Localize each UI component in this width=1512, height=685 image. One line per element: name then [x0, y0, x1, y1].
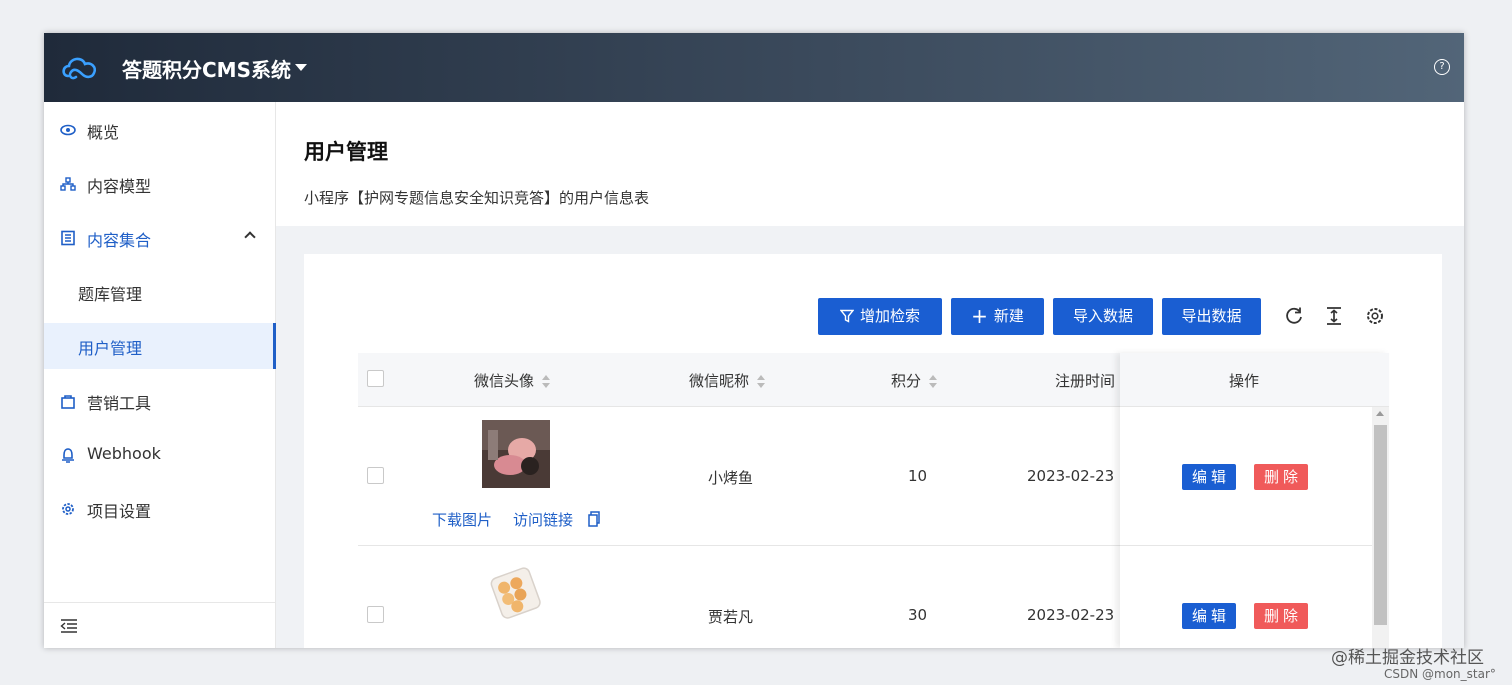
sidebar-item-question-bank[interactable]: 题库管理: [44, 269, 276, 315]
nickname-cell: 小烤鱼: [708, 469, 754, 487]
chevron-up-icon[interactable]: [244, 231, 256, 243]
eye-icon: [60, 124, 76, 136]
new-button[interactable]: + 新建: [951, 298, 1044, 335]
column-label: 积分: [891, 372, 922, 390]
sidebar-item-content-collection[interactable]: 内容集合: [44, 215, 276, 261]
score-cell: 10: [908, 467, 928, 485]
list-icon: [61, 230, 75, 246]
sidebar-item-label: 概览: [87, 123, 120, 142]
cloud-logo-icon: [62, 57, 97, 80]
table-card: 增加检索 + 新建 导入数据 导出数据 微信头像 微信昵称 积分 注册时间 操作…: [304, 254, 1442, 648]
refresh-icon[interactable]: [1284, 306, 1304, 326]
select-all-checkbox[interactable]: [367, 370, 384, 387]
edit-button[interactable]: 编辑: [1182, 464, 1236, 490]
plus-icon: +: [971, 304, 988, 328]
delete-button[interactable]: 删除: [1254, 603, 1308, 629]
column-label: 微信头像: [474, 372, 535, 390]
sidebar-item-label: 内容模型: [87, 177, 152, 196]
settings-gear-icon[interactable]: [1365, 306, 1385, 326]
watermark-text: @稀土掘金技术社区: [1331, 648, 1484, 668]
copy-icon[interactable]: [588, 511, 600, 527]
sidebar-item-label: 营销工具: [87, 394, 152, 413]
sidebar-item-content-model[interactable]: 内容模型: [44, 161, 276, 207]
filter-icon: [839, 309, 854, 323]
import-data-button[interactable]: 导入数据: [1053, 298, 1153, 335]
gear-icon: [62, 503, 74, 515]
table-header: 微信头像 微信昵称 积分 注册时间 操作: [358, 353, 1389, 407]
sort-icon[interactable]: [929, 375, 938, 388]
page-header: 用户管理 小程序【护网专题信息安全知识竞答】的用户信息表: [276, 102, 1464, 226]
table-row: 贾若凡 30 2023-02-23 1‹ 编辑 删除: [358, 546, 1389, 648]
add-filter-label: 增加检索: [859, 307, 920, 325]
visit-link[interactable]: 访问链接: [513, 509, 573, 530]
new-label: 新建: [993, 307, 1024, 325]
vertical-scrollbar[interactable]: [1372, 407, 1389, 648]
page-description: 小程序【护网专题信息安全知识竞答】的用户信息表: [304, 189, 650, 207]
score-cell: 30: [908, 606, 928, 624]
sidebar-footer: [44, 602, 276, 648]
top-bar: 答题积分CMS系统 ?: [44, 33, 1464, 102]
sidebar-item-overview[interactable]: 概览: [44, 107, 276, 153]
sidebar-item-project-settings[interactable]: 项目设置: [44, 486, 276, 532]
registered-cell: 2023-02-23 2:: [1027, 467, 1120, 485]
main-content: 用户管理 小程序【护网专题信息安全知识竞答】的用户信息表 增加检索 + 新建 导入…: [276, 102, 1464, 648]
row-checkbox[interactable]: [367, 467, 384, 484]
sidebar-item-marketing[interactable]: 营销工具: [44, 378, 276, 424]
column-label: 微信昵称: [689, 372, 750, 390]
sidebar-item-label: 内容集合: [87, 231, 152, 250]
nickname-cell: 贾若凡: [708, 608, 754, 626]
sidebar-item-label: 用户管理: [78, 339, 143, 358]
watermark-text: CSDN @mon_star°: [1384, 667, 1496, 681]
sidebar-item-label: 题库管理: [78, 285, 143, 304]
sidebar-item-label: Webhook: [87, 444, 161, 463]
page-title: 用户管理: [304, 140, 388, 164]
column-header-nickname[interactable]: 微信昵称: [689, 370, 766, 391]
add-filter-button[interactable]: 增加检索: [818, 298, 942, 335]
delete-button[interactable]: 删除: [1254, 464, 1308, 490]
column-header-avatar[interactable]: 微信头像: [474, 370, 551, 391]
column-header-registered: 注册时间: [1055, 372, 1116, 390]
avatar-image: [482, 560, 550, 628]
column-header-actions: 操作: [1229, 372, 1260, 390]
webhook-icon: [62, 448, 74, 463]
scroll-up-arrow-icon[interactable]: [1376, 411, 1384, 416]
app-title[interactable]: 答题积分CMS系统: [122, 54, 291, 83]
sitemap-icon: [60, 177, 76, 191]
sort-icon[interactable]: [542, 375, 551, 388]
table-row: 下载图片 访问链接 小烤鱼 10 2023-02-23 2: 编辑 删除: [358, 407, 1389, 546]
sort-icon[interactable]: [757, 375, 766, 388]
sidebar-item-label: 项目设置: [87, 502, 152, 521]
collapse-menu-icon[interactable]: [60, 618, 78, 634]
download-image-link[interactable]: 下载图片: [432, 509, 492, 530]
help-icon[interactable]: ?: [1434, 59, 1450, 75]
export-data-button[interactable]: 导出数据: [1162, 298, 1261, 335]
edit-button[interactable]: 编辑: [1182, 603, 1236, 629]
sidebar-item-user-management[interactable]: 用户管理: [44, 323, 276, 369]
user-table: 微信头像 微信昵称 积分 注册时间 操作 下载图片 访问链接 小烤鱼 10 20…: [358, 353, 1389, 648]
sidebar-item-webhook[interactable]: Webhook: [44, 432, 276, 478]
registered-cell: 2023-02-23 1‹: [1027, 606, 1120, 624]
column-header-score[interactable]: 积分: [891, 370, 938, 391]
row-checkbox[interactable]: [367, 606, 384, 623]
app-window: 答题积分CMS系统 ? 概览 内容模型 内容集合 题库管理 用户管理 营销工具 …: [44, 33, 1464, 648]
sidebar: 概览 内容模型 内容集合 题库管理 用户管理 营销工具 Webhook 项目设置: [44, 102, 276, 648]
caret-down-icon[interactable]: [295, 64, 307, 71]
avatar-image: [482, 420, 550, 488]
column-height-icon[interactable]: [1324, 306, 1344, 326]
bag-icon: [61, 395, 75, 409]
scrollbar-thumb[interactable]: [1374, 425, 1387, 625]
